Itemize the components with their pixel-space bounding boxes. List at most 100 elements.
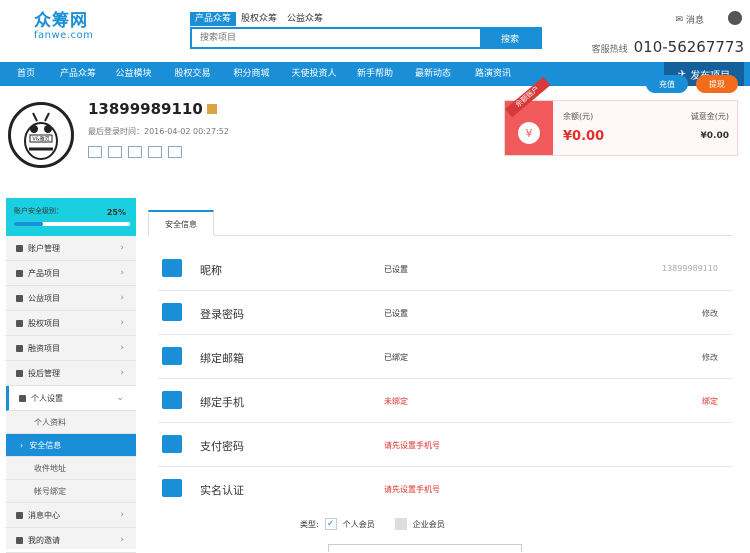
row-phone: 绑定手机 未绑定 绑定 (158, 379, 732, 423)
nav-item-roadshow[interactable]: 路演资讯 (463, 62, 523, 86)
sub-item-security-label: 安全信息 (29, 440, 62, 450)
chevron-right-icon: › (120, 343, 124, 353)
row-value: 13899989110 (662, 264, 718, 273)
payment-icon (162, 435, 182, 453)
main-nav: 首页 产品众筹 公益模块 股权交易 积分商城 天使投资人 新手帮助 最新动态 路… (0, 62, 750, 86)
main-content: 安全信息 (148, 210, 732, 236)
search-tab-product[interactable]: 产品众筹 (190, 12, 237, 26)
search-button[interactable]: 搜索 (480, 29, 540, 47)
bind-link[interactable]: 绑定 (702, 396, 718, 407)
sidebar-item-personal-settings[interactable]: 个人设置 ⌄ (6, 386, 136, 411)
search-input[interactable] (192, 29, 480, 47)
user-icon[interactable] (728, 11, 742, 25)
heart-icon (16, 294, 23, 302)
sidebar-item-label: 投后管理 (28, 368, 60, 378)
balance-card: ¥ 余额账户 余额(元) ¥0.00 诚意金(元) ¥0.00 (504, 76, 738, 156)
sidebar-item-label: 我的邀请 (28, 535, 60, 545)
sidebar-item-label: 个人设置 (31, 393, 63, 403)
row-label: 支付密码 (200, 440, 244, 453)
sidebar-item-invites[interactable]: 我的邀请 › (6, 528, 136, 553)
svg-text:¥: ¥ (526, 127, 533, 140)
row-status: 已设置 (384, 309, 408, 318)
sidebar: 账户安全级别： 25% 账户管理 › 产品项目 › 公益项目 › 股权项目 › 融资项目… (6, 198, 136, 553)
enterprise-label: 企业会员 (412, 519, 445, 529)
search-tab-equity[interactable]: 股权众筹 (236, 12, 282, 26)
avatar[interactable]: V&雅范 (8, 102, 74, 168)
sidebar-item-product[interactable]: 产品项目 › (6, 261, 136, 286)
mail-icon: ✉ (675, 14, 683, 25)
nav-item-angel[interactable]: 天使投资人 (281, 62, 347, 86)
row-nickname: 昵称 已设置 13899989110 (158, 247, 732, 291)
row-status: 已绑定 (384, 353, 408, 362)
top-header: 众筹网 fanwe.com 产品众筹 股权众筹 公益众筹 搜索 ✉ 消息 客服热… (0, 0, 750, 62)
chevron-right-icon: › (120, 268, 124, 278)
email-icon[interactable] (128, 146, 142, 158)
nav-item-home[interactable]: 首页 (0, 62, 52, 86)
balance-label: 余额(元) (563, 112, 594, 121)
username: 13899989110 (88, 100, 217, 118)
nav-item-news[interactable]: 最新动态 (403, 62, 463, 86)
sub-item-security[interactable]: › 安全信息 (6, 434, 136, 457)
balance-value: ¥0.00 (563, 129, 605, 144)
nav-item-charity[interactable]: 公益模块 (104, 62, 163, 86)
sidebar-item-account[interactable]: 账户管理 › (6, 236, 136, 261)
tab-security-info[interactable]: 安全信息 (148, 210, 214, 236)
chevron-right-icon: › (120, 243, 124, 253)
last-login: 最后登录时间：2016-04-02 00:27:52 (88, 127, 229, 136)
personal-label: 个人会员 (342, 519, 375, 529)
enterprise-checkbox[interactable] (394, 518, 407, 530)
mobile-icon (162, 391, 182, 409)
message-link[interactable]: ✉ 消息 (675, 13, 704, 27)
withdraw-button[interactable]: 提现 (696, 75, 738, 93)
safe-icon[interactable] (168, 146, 182, 158)
security-level-percent: 25% (106, 208, 126, 217)
envelope-icon (162, 347, 182, 365)
hotline-number: 010-56267773 (633, 38, 744, 56)
nav-item-help[interactable]: 新手帮助 (347, 62, 403, 86)
sidebar-item-post-invest[interactable]: 投后管理 › (6, 361, 136, 386)
row-label: 登录密码 (200, 308, 244, 321)
sidebar-item-charity[interactable]: 公益项目 › (6, 286, 136, 311)
security-level-fill (14, 222, 43, 226)
nav-item-points[interactable]: 积分商城 (222, 62, 281, 86)
id-card-icon[interactable] (108, 146, 122, 158)
modify-link[interactable]: 修改 (702, 352, 718, 363)
id-card-icon (162, 479, 182, 497)
sidebar-item-label: 公益项目 (28, 293, 60, 303)
form-input[interactable] (328, 544, 522, 552)
chevron-right-icon: › (20, 440, 24, 450)
chevron-right-icon: › (120, 293, 124, 303)
row-label: 绑定手机 (200, 396, 244, 409)
search-tab-charity[interactable]: 公益众筹 (282, 12, 328, 26)
nav-item-equity[interactable]: 股权交易 (163, 62, 222, 86)
row-pay-password: 支付密码 请先设置手机号 (158, 423, 732, 467)
account-icon (16, 244, 23, 252)
logo-cn-text: 众筹网 (34, 11, 88, 31)
sidebar-item-financing[interactable]: 融资项目 › (6, 336, 136, 361)
post-invest-icon (16, 369, 23, 377)
chevron-right-icon: › (120, 318, 124, 328)
hotline-label: 客服热线 (591, 45, 628, 55)
sub-item-address[interactable]: 收件地址 (6, 457, 136, 480)
avatar-caption: V&雅范 (32, 136, 49, 143)
chevron-right-icon: › (120, 535, 124, 545)
nav-item-product[interactable]: 产品众筹 (52, 62, 104, 86)
product-icon (16, 269, 23, 277)
recharge-button[interactable]: 充值 (646, 75, 688, 93)
tab-bar: 安全信息 (148, 210, 732, 236)
edit-icon[interactable] (206, 104, 217, 114)
type-label: 类型: (300, 519, 319, 529)
sub-item-binding[interactable]: 帐号绑定 (6, 480, 136, 503)
sub-item-profile[interactable]: 个人资料 (6, 411, 136, 434)
modify-link[interactable]: 修改 (702, 308, 718, 319)
sidebar-item-messages[interactable]: 消息中心 › (6, 503, 136, 528)
bank-card-icon[interactable] (148, 146, 162, 158)
site-logo[interactable]: 众筹网 fanwe.com (34, 12, 93, 42)
sidebar-item-equity[interactable]: 股权项目 › (6, 311, 136, 336)
chevron-right-icon: › (120, 510, 124, 520)
gear-icon (19, 394, 26, 402)
sidebar-item-label: 股权项目 (28, 318, 60, 328)
personal-checkbox[interactable]: ✓ (324, 518, 337, 530)
phone-icon[interactable] (88, 146, 102, 158)
message-icon (16, 511, 23, 519)
